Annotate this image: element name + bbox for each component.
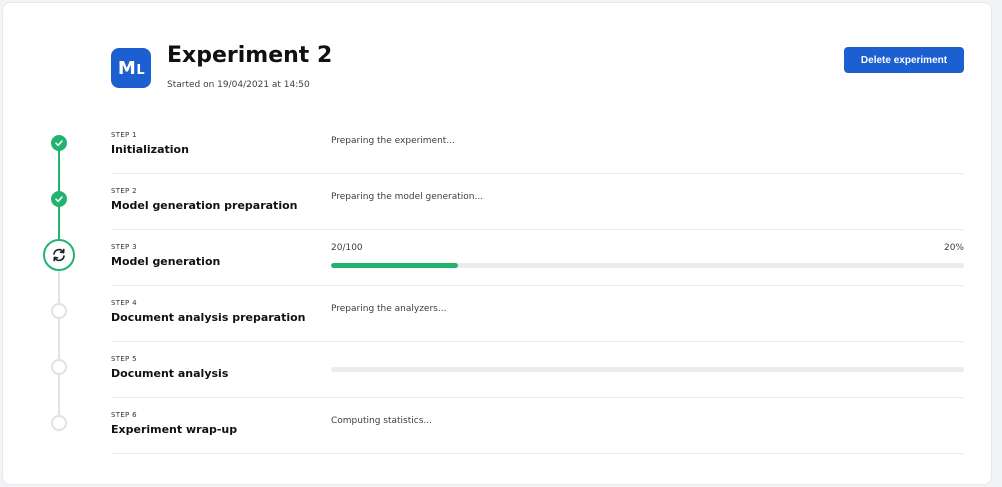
started-timestamp: Started on 19/04/2021 at 14:50 bbox=[167, 80, 310, 90]
progress-percent: 20% bbox=[943, 243, 964, 253]
step-title: Model generation bbox=[111, 255, 221, 268]
step-3-sync-icon bbox=[43, 239, 75, 271]
step-status: Preparing the experiment... bbox=[331, 136, 455, 146]
step-4-pending-dot bbox=[51, 303, 67, 319]
progress-bar bbox=[331, 367, 964, 372]
step-row: STEP 4 Document analysis preparation Pre… bbox=[111, 286, 964, 342]
step-row: STEP 3 Model generation 20/100 20% bbox=[111, 230, 964, 286]
step-title: Initialization bbox=[111, 143, 189, 156]
step-title: Document analysis preparation bbox=[111, 311, 306, 324]
progress-bar bbox=[331, 263, 964, 268]
step-status: Computing statistics... bbox=[331, 416, 432, 426]
step-title: Document analysis bbox=[111, 367, 229, 380]
step-status: Preparing the analyzers... bbox=[331, 304, 447, 314]
step-2-check-icon bbox=[51, 191, 67, 207]
step-status: Preparing the model generation... bbox=[331, 192, 484, 202]
ml-app-icon: ML bbox=[111, 48, 151, 88]
progress-count: 20/100 bbox=[331, 243, 363, 253]
timeline-line-pending bbox=[58, 255, 60, 425]
step-row: STEP 5 Document analysis bbox=[111, 342, 964, 398]
step-row: STEP 2 Model generation preparation Prep… bbox=[111, 174, 964, 230]
step-6-pending-dot bbox=[51, 415, 67, 431]
step-number: STEP 5 bbox=[111, 355, 137, 363]
page-title: Experiment 2 bbox=[167, 43, 333, 68]
step-number: STEP 1 bbox=[111, 131, 137, 139]
step-number: STEP 3 bbox=[111, 243, 137, 251]
step-number: STEP 6 bbox=[111, 411, 137, 419]
step-title: Experiment wrap-up bbox=[111, 423, 238, 436]
step-row: STEP 1 Initialization Preparing the expe… bbox=[111, 118, 964, 174]
step-row: STEP 6 Experiment wrap-up Computing stat… bbox=[111, 398, 964, 454]
step-number: STEP 4 bbox=[111, 299, 137, 307]
progress-bar-fill bbox=[331, 263, 458, 268]
step-title: Model generation preparation bbox=[111, 199, 298, 212]
delete-experiment-button[interactable]: Delete experiment bbox=[844, 47, 964, 73]
step-5-pending-dot bbox=[51, 359, 67, 375]
step-number: STEP 2 bbox=[111, 187, 137, 195]
step-1-check-icon bbox=[51, 135, 67, 151]
experiment-card: ML Experiment 2 Started on 19/04/2021 at… bbox=[2, 2, 992, 485]
